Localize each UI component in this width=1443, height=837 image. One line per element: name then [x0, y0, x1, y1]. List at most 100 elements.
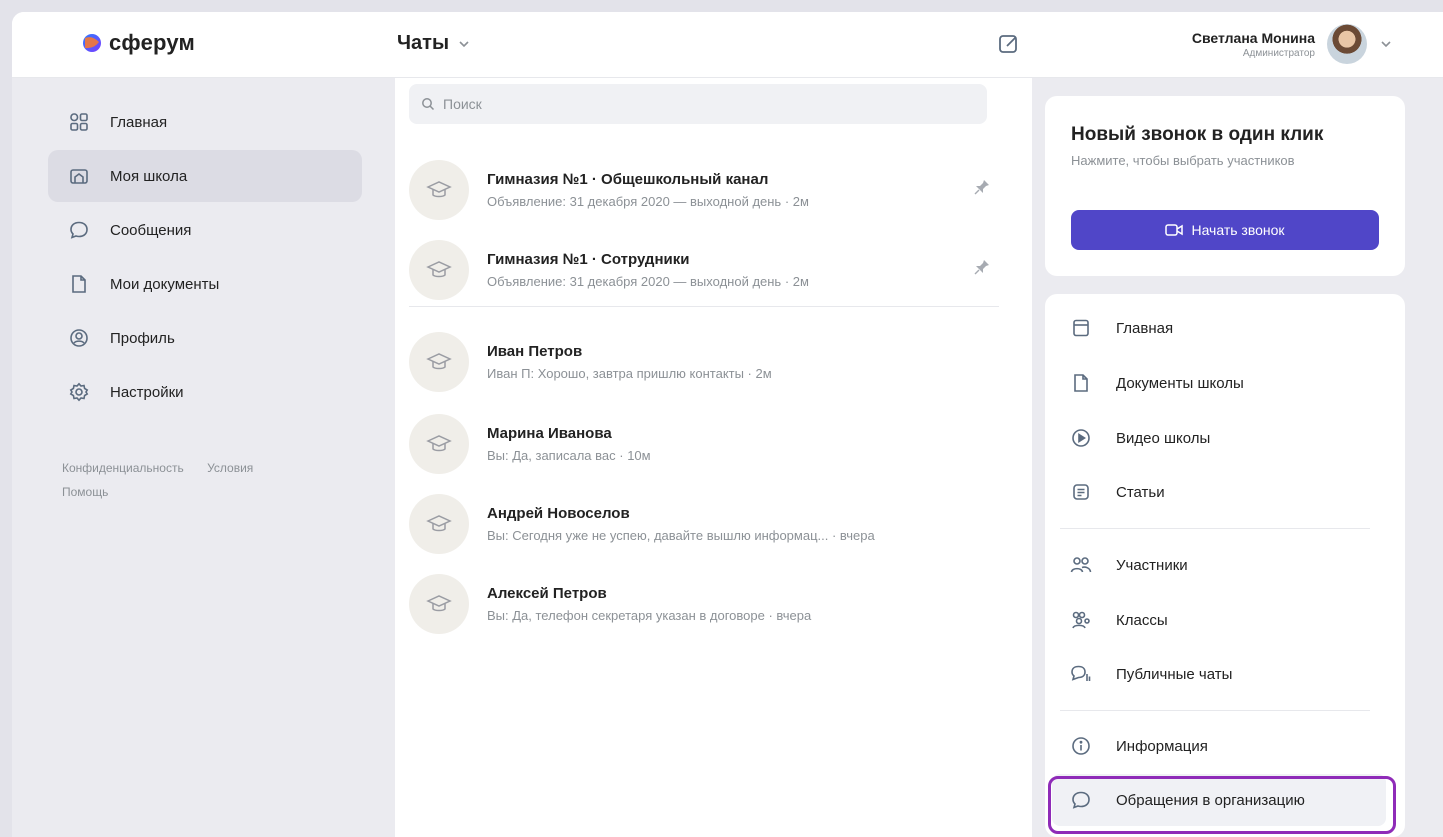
- chat-item[interactable]: Гимназия №1 · Сотрудники Объявление: 31 …: [409, 230, 999, 310]
- article-icon: [1070, 481, 1092, 503]
- users-icon: [1070, 554, 1092, 576]
- search-bar: [409, 84, 987, 124]
- home-icon: [1070, 317, 1092, 339]
- sidebar-item-label: Настройки: [110, 383, 184, 401]
- menu-item-label: Классы: [1116, 611, 1168, 629]
- document-icon: [68, 273, 90, 295]
- menu-item-school-video[interactable]: Видео школы: [1040, 412, 1386, 464]
- chat-preview: Вы: Да, телефон секретаря указан в догов…: [487, 608, 812, 623]
- menu-item-members[interactable]: Участники: [1040, 539, 1386, 591]
- chat-name: Марина Иванова: [487, 425, 612, 442]
- document-icon: [1070, 372, 1092, 394]
- menu-item-label: Публичные чаты: [1116, 665, 1233, 683]
- chat-item[interactable]: Иван Петров Иван П: Хорошо, завтра пришл…: [409, 322, 999, 402]
- avatar[interactable]: [1327, 24, 1367, 64]
- group-icon: [1070, 609, 1092, 631]
- sidebar-item-settings[interactable]: Настройки: [48, 366, 362, 418]
- chat-avatar: [409, 332, 469, 392]
- school-icon: [68, 165, 90, 187]
- logo-icon: [82, 33, 102, 53]
- sidebar-item-documents[interactable]: Мои документы: [48, 258, 362, 310]
- chat-avatar: [409, 414, 469, 474]
- chat-item[interactable]: Алексей Петров Вы: Да, телефон секретаря…: [409, 564, 999, 644]
- chat-name: Андрей Новоселов: [487, 505, 630, 522]
- sidebar-item-home[interactable]: Главная: [48, 96, 362, 148]
- video-camera-icon: [1165, 224, 1184, 236]
- menu-divider: [1060, 710, 1370, 711]
- sidebar-item-label: Профиль: [110, 329, 175, 347]
- highlight-frame: [1048, 776, 1396, 834]
- graduation-cap-icon: [426, 181, 452, 198]
- menu-item-public-chats[interactable]: Публичные чаты: [1040, 648, 1386, 700]
- brand-name: сферум: [109, 30, 195, 55]
- menu-item-label: Участники: [1116, 556, 1188, 574]
- user-role: Администратор: [1242, 47, 1315, 59]
- chat-preview: Иван П: Хорошо, завтра пришлю контакты ·…: [487, 366, 772, 381]
- sidebar-item-my-school[interactable]: Моя школа: [48, 150, 362, 202]
- new-call-card: Новый звонок в один клик Нажмите, чтобы …: [1045, 96, 1405, 276]
- start-call-label: Начать звонок: [1191, 222, 1285, 238]
- chat-avatar: [409, 494, 469, 554]
- sidebar-item-profile[interactable]: Профиль: [48, 312, 362, 364]
- chat-avatar: [409, 240, 469, 300]
- brand-logo[interactable]: сферум: [82, 30, 195, 56]
- menu-item-information[interactable]: Информация: [1040, 720, 1386, 772]
- public-chat-icon: [1070, 663, 1092, 685]
- chat-preview: Объявление: 31 декабря 2020 — выходной д…: [487, 194, 809, 209]
- menu-divider: [1060, 528, 1370, 529]
- privacy-link[interactable]: Конфиденциальность: [62, 461, 184, 475]
- menu-item-school-documents[interactable]: Документы школы: [1040, 357, 1386, 409]
- chat-name: Иван Петров: [487, 343, 583, 360]
- chat-bubble-icon: [68, 219, 90, 241]
- graduation-cap-icon: [426, 515, 452, 532]
- graduation-cap-icon: [426, 353, 452, 370]
- menu-item-label: Информация: [1116, 737, 1208, 755]
- sidebar-item-label: Сообщения: [110, 221, 192, 239]
- sidebar-item-label: Главная: [110, 113, 168, 131]
- menu-item-classes[interactable]: Классы: [1040, 594, 1386, 646]
- pin-icon[interactable]: [973, 178, 991, 196]
- sidebar-item-label: Моя школа: [110, 167, 188, 185]
- chat-item[interactable]: Гимназия №1 · Общешкольный канал Объявле…: [409, 150, 999, 230]
- start-call-button[interactable]: Начать звонок: [1071, 210, 1379, 250]
- chat-item[interactable]: Андрей Новоселов Вы: Сегодня уже не успе…: [409, 484, 999, 564]
- graduation-cap-icon: [426, 435, 452, 452]
- chat-preview: Вы: Сегодня уже не успею, давайте вышлю …: [487, 528, 875, 543]
- pin-icon[interactable]: [973, 258, 991, 276]
- call-subtitle: Нажмите, чтобы выбрать участников: [1071, 153, 1295, 168]
- user-menu[interactable]: Светлана Монина Администратор: [1192, 24, 1393, 64]
- chat-name: Гимназия №1 · Общешкольный канал: [487, 171, 769, 188]
- chevron-down-icon: [459, 40, 469, 47]
- terms-link[interactable]: Условия: [207, 461, 253, 475]
- menu-item-articles[interactable]: Статьи: [1040, 466, 1386, 518]
- chat-name: Алексей Петров: [487, 585, 607, 602]
- chat-item[interactable]: Марина Иванова Вы: Да, записала вас · 10…: [409, 404, 999, 484]
- chat-name: Гимназия №1 · Сотрудники: [487, 251, 690, 268]
- top-bar: сферум Чаты Светлана Монина Администрато…: [12, 12, 1443, 78]
- sidebar-item-label: Мои документы: [110, 275, 220, 293]
- chats-title: Чаты: [397, 32, 450, 54]
- graduation-cap-icon: [426, 261, 452, 278]
- gear-icon: [68, 381, 90, 403]
- pinned-divider: [409, 306, 999, 307]
- sidebar-item-messages[interactable]: Сообщения: [48, 204, 362, 256]
- menu-item-label: Главная: [1116, 319, 1174, 337]
- compose-icon[interactable]: [997, 32, 1021, 56]
- profile-icon: [68, 327, 90, 349]
- sidebar-footer-links: Конфиденциальность Условия Помощь: [62, 456, 352, 504]
- help-link[interactable]: Помощь: [62, 485, 108, 499]
- menu-item-home[interactable]: Главная: [1040, 302, 1386, 354]
- user-info: Светлана Монина Администратор: [1192, 30, 1315, 59]
- chevron-down-icon: [1381, 41, 1391, 48]
- user-name: Светлана Монина: [1191, 29, 1315, 46]
- chats-dropdown[interactable]: Чаты: [397, 32, 471, 55]
- chat-preview: Объявление: 31 декабря 2020 — выходной д…: [487, 274, 809, 289]
- chat-avatar: [409, 160, 469, 220]
- search-input[interactable]: [443, 96, 943, 112]
- info-icon: [1070, 735, 1092, 757]
- menu-item-label: Статьи: [1116, 483, 1165, 501]
- chat-preview: Вы: Да, записала вас · 10м: [487, 448, 651, 463]
- call-title: Новый звонок в один клик: [1071, 124, 1324, 145]
- home-grid-icon: [68, 111, 90, 133]
- menu-item-label: Видео школы: [1116, 429, 1211, 447]
